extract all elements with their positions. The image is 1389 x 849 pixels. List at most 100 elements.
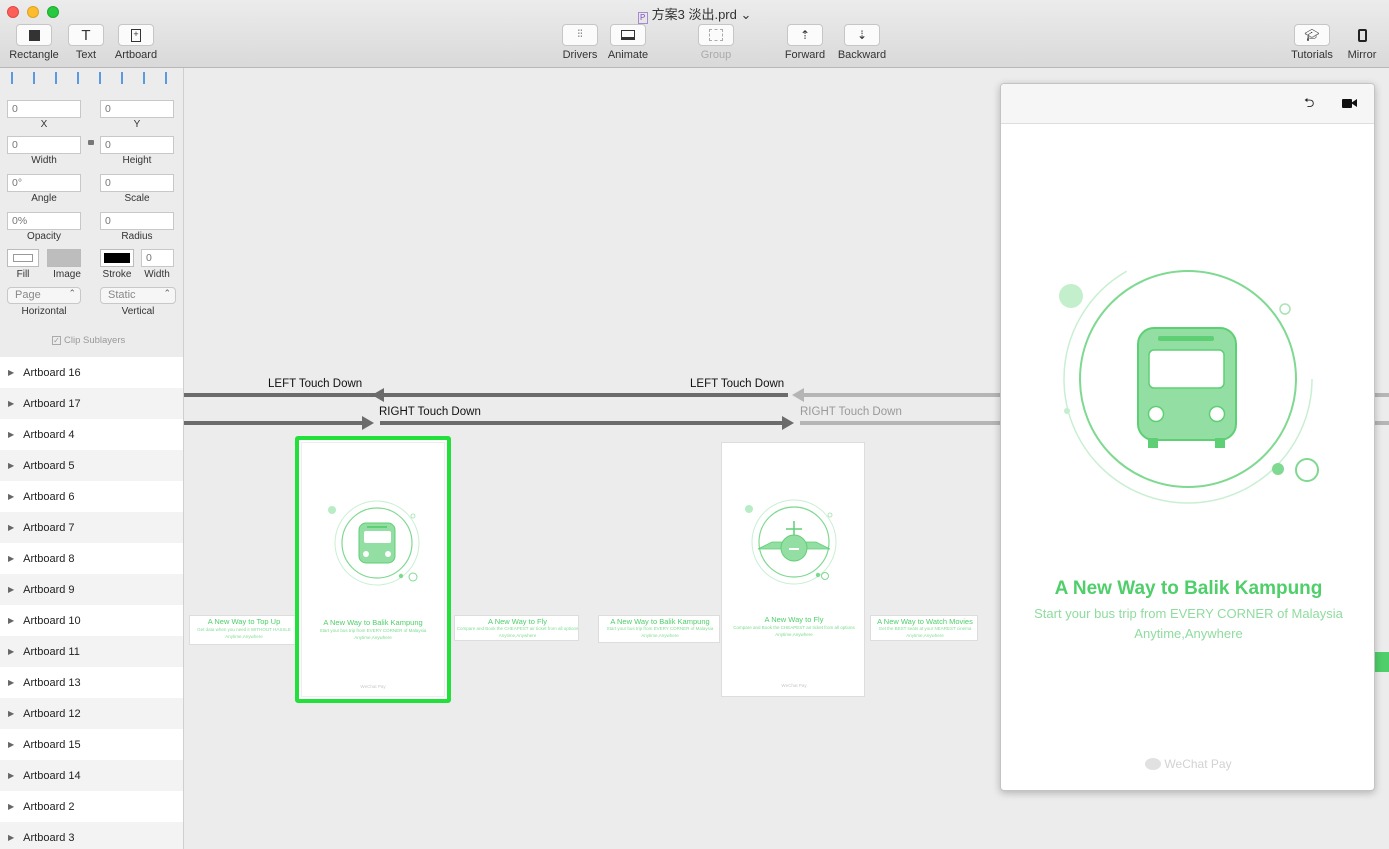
disclosure-triangle-icon[interactable]: ▶ (8, 647, 14, 656)
stroke-width-field[interactable]: 0 (141, 249, 174, 267)
left-touch-arrow-1[interactable] (184, 393, 376, 397)
artboard-topup-strip[interactable]: A New Way to Top Up Get data when you ne… (189, 615, 297, 645)
text-button[interactable]: T Text (67, 24, 105, 61)
artboard-bus-selected[interactable]: A New Way to Balik Kampung Start your bu… (295, 436, 451, 703)
preview-header: ⮌ (1001, 84, 1374, 124)
tutorials-button[interactable]: 🎓︎ Tutorials (1288, 24, 1336, 61)
horizontal-select[interactable]: Page (7, 287, 81, 304)
window-toolbar: P 方案3 淡出.prd ⌄ Rectangle T Text + Artboar… (0, 0, 1389, 68)
layer-row[interactable]: ▶ Artboard 3 (0, 822, 183, 849)
width-label: Width (31, 155, 57, 166)
disclosure-triangle-icon[interactable]: ▶ (8, 616, 14, 625)
arrow-head-right-icon (362, 416, 374, 430)
disclosure-triangle-icon[interactable]: ▶ (8, 461, 14, 470)
disclosure-triangle-icon[interactable]: ▶ (8, 678, 14, 687)
animate-button[interactable]: Animate (606, 24, 650, 61)
opacity-field[interactable]: 0% (7, 212, 81, 230)
disclosure-triangle-icon[interactable]: ▶ (8, 368, 14, 377)
disclosure-triangle-icon[interactable]: ▶ (8, 771, 14, 780)
align-bottom-icon[interactable] (143, 72, 156, 84)
disclosure-triangle-icon[interactable]: ▶ (8, 833, 14, 842)
group-icon (709, 29, 723, 41)
artboard-bus-strip[interactable]: A New Way to Balik Kampung Start your bu… (598, 615, 720, 643)
layer-row[interactable]: ▶ Artboard 6 (0, 481, 183, 512)
image-swatch[interactable] (47, 249, 81, 267)
card-topup-sub2: Anytime,Anywhere (225, 634, 263, 639)
layer-row[interactable]: ▶ Artboard 13 (0, 667, 183, 698)
layer-row[interactable]: ▶ Artboard 7 (0, 512, 183, 543)
x-field[interactable]: 0 (7, 100, 81, 118)
layer-row[interactable]: ▶ Artboard 17 (0, 388, 183, 419)
backward-button[interactable]: ⇣ Backward (834, 24, 890, 61)
fill-swatch[interactable] (7, 249, 39, 267)
disclosure-triangle-icon[interactable]: ▶ (8, 585, 14, 594)
layer-row[interactable]: ▶ Artboard 4 (0, 419, 183, 450)
right-touch-arrow-1[interactable] (184, 421, 364, 425)
layer-label: Artboard 12 (23, 707, 81, 720)
disclosure-triangle-icon[interactable]: ▶ (8, 554, 14, 563)
y-label: Y (133, 119, 141, 130)
clip-sublayers-checkbox[interactable]: ✓ Clip Sublayers (52, 335, 125, 346)
tutorials-label: Tutorials (1291, 49, 1333, 61)
align-top-icon[interactable] (99, 72, 112, 84)
group-button[interactable]: Group (696, 24, 736, 61)
artboard-movies-strip[interactable]: A New Way to Watch Movies Get the BEST s… (870, 615, 978, 641)
card-movies-title: A New Way to Watch Movies (877, 617, 973, 626)
rectangle-button[interactable]: Rectangle (6, 24, 62, 61)
disclosure-triangle-icon[interactable]: ▶ (8, 740, 14, 749)
angle-field[interactable]: 0° (7, 174, 81, 192)
vertical-select[interactable]: Static (100, 287, 176, 304)
layer-row[interactable]: ▶ Artboard 10 (0, 605, 183, 636)
drivers-button[interactable]: ⫶⫶ Drivers (560, 24, 600, 61)
layer-label: Artboard 8 (23, 552, 75, 565)
stroke-swatch[interactable] (100, 249, 134, 267)
right-touch-label-1: RIGHT Touch Down (379, 406, 481, 418)
distribute-v-icon[interactable] (165, 72, 178, 84)
layer-row[interactable]: ▶ Artboard 16 (0, 357, 183, 388)
preview-window[interactable]: ⮌ A New Way to Balik Kampung Start your … (1000, 83, 1375, 791)
align-center-h-icon[interactable] (33, 72, 46, 84)
stroke-label: Stroke (102, 269, 132, 280)
undo-icon[interactable]: ⮌ (1304, 94, 1314, 116)
distribute-h-icon[interactable] (77, 72, 90, 84)
arrow-head-right-icon (782, 416, 794, 430)
y-field[interactable]: 0 (100, 100, 174, 118)
layer-row[interactable]: ▶ Artboard 5 (0, 450, 183, 481)
scale-field[interactable]: 0 (100, 174, 174, 192)
artboard-fly-strip[interactable]: A New Way to Fly Compare and Book the CH… (454, 615, 579, 641)
title-chevron-icon[interactable]: ⌄ (740, 7, 751, 22)
radius-field[interactable]: 0 (100, 212, 174, 230)
window-title: P 方案3 淡出.prd ⌄ (0, 4, 1389, 24)
disclosure-triangle-icon[interactable]: ▶ (8, 802, 14, 811)
artboard-button[interactable]: + Artboard (112, 24, 160, 61)
layer-row[interactable]: ▶ Artboard 9 (0, 574, 183, 605)
layer-row[interactable]: ▶ Artboard 8 (0, 543, 183, 574)
layer-row[interactable]: ▶ Artboard 2 (0, 791, 183, 822)
forward-button[interactable]: ⇡ Forward (782, 24, 828, 61)
disclosure-triangle-icon[interactable]: ▶ (8, 399, 14, 408)
disclosure-triangle-icon[interactable]: ▶ (8, 523, 14, 532)
width-field[interactable]: 0 (7, 136, 81, 154)
backward-label: Backward (837, 49, 887, 61)
drivers-label: Drivers (562, 49, 598, 61)
preview-title: A New Way to Balik Kampung (1054, 578, 1323, 599)
artboard-fly[interactable]: A New Way to Fly Compare and Book the CH… (721, 442, 865, 697)
height-field[interactable]: 0 (100, 136, 174, 154)
disclosure-triangle-icon[interactable]: ▶ (8, 709, 14, 718)
align-middle-v-icon[interactable] (121, 72, 134, 84)
layer-row[interactable]: ▶ Artboard 15 (0, 729, 183, 760)
layer-label: Artboard 7 (23, 521, 75, 534)
align-left-icon[interactable] (11, 72, 24, 84)
layer-row[interactable]: ▶ Artboard 12 (0, 698, 183, 729)
lock-icon[interactable] (88, 140, 94, 145)
right-touch-arrow-2[interactable] (380, 421, 784, 425)
layer-row[interactable]: ▶ Artboard 14 (0, 760, 183, 791)
fly-card-sub2: Anytime,Anywhere (775, 632, 813, 637)
mirror-button[interactable]: Mirror (1344, 24, 1380, 61)
left-touch-arrow-2[interactable] (380, 393, 788, 397)
align-right-icon[interactable] (55, 72, 68, 84)
layer-row[interactable]: ▶ Artboard 11 (0, 636, 183, 667)
disclosure-triangle-icon[interactable]: ▶ (8, 492, 14, 501)
layer-label: Artboard 6 (23, 490, 75, 503)
disclosure-triangle-icon[interactable]: ▶ (8, 430, 14, 439)
